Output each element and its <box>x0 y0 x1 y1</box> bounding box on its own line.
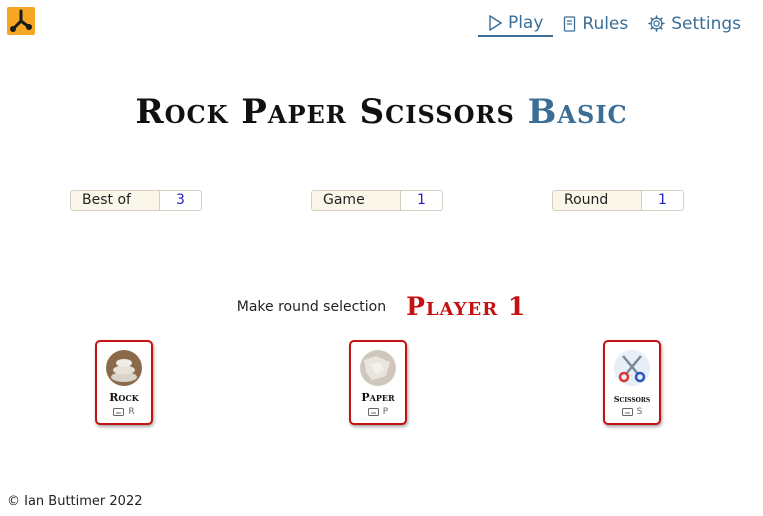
choice-paper-shortcut: P <box>351 407 405 417</box>
choice-paper-key: P <box>382 407 389 417</box>
stat-round-value: 1 <box>642 190 684 211</box>
choice-rock-key: R <box>128 407 135 417</box>
nav-settings-label: Settings <box>671 13 741 34</box>
choice-scissors-shortcut: S <box>605 407 659 417</box>
keyboard-icon <box>621 408 633 416</box>
stat-round-label: Round <box>552 190 642 211</box>
play-icon <box>489 14 502 31</box>
choice-scissors-key: S <box>636 407 643 417</box>
keyboard-icon <box>367 408 379 416</box>
current-player: Player 1 <box>406 292 527 321</box>
choice-paper-label: Paper <box>361 391 395 404</box>
scissors-icon <box>614 350 650 386</box>
nav-play-label: Play <box>507 12 544 33</box>
page-title: Rock Paper Scissors Basic <box>0 92 763 132</box>
choice-rock-label: Rock <box>109 391 139 404</box>
title-accent: Basic <box>527 92 628 132</box>
stat-best-of-label: Best of <box>70 190 160 211</box>
rock-icon <box>106 350 142 386</box>
scissors-logo-icon <box>10 9 32 32</box>
paper-icon <box>360 350 396 386</box>
round-prompt: Make round selection Player 1 <box>0 292 763 321</box>
stat-game-value: 1 <box>401 190 443 211</box>
nav-rules-label: Rules <box>582 13 629 34</box>
prompt-text: Make round selection <box>236 298 387 315</box>
choice-scissors-button[interactable]: Scissors S <box>603 340 661 425</box>
stat-round: Round 1 <box>552 190 684 211</box>
stat-best-of: Best of 3 <box>70 190 202 211</box>
book-icon <box>564 15 576 32</box>
nav-play[interactable]: Play <box>477 10 554 37</box>
app-logo[interactable] <box>7 7 35 35</box>
title-main: Rock Paper Scissors <box>135 92 515 132</box>
stat-game-label: Game <box>311 190 401 211</box>
choice-rock-shortcut: R <box>97 407 151 417</box>
choice-paper-button[interactable]: Paper P <box>349 340 407 425</box>
stat-best-of-value: 3 <box>160 190 202 211</box>
choice-rock-button[interactable]: Rock R <box>95 340 153 425</box>
stat-game: Game 1 <box>311 190 443 211</box>
keyboard-icon <box>113 408 125 416</box>
choice-scissors-label: Scissors <box>613 394 651 404</box>
top-nav: Play Rules Settings <box>477 10 751 37</box>
nav-rules[interactable]: Rules <box>553 10 638 37</box>
nav-settings[interactable]: Settings <box>638 10 751 37</box>
copyright-footer: © Ian Buttimer 2022 <box>7 494 143 509</box>
gear-icon <box>648 15 666 32</box>
